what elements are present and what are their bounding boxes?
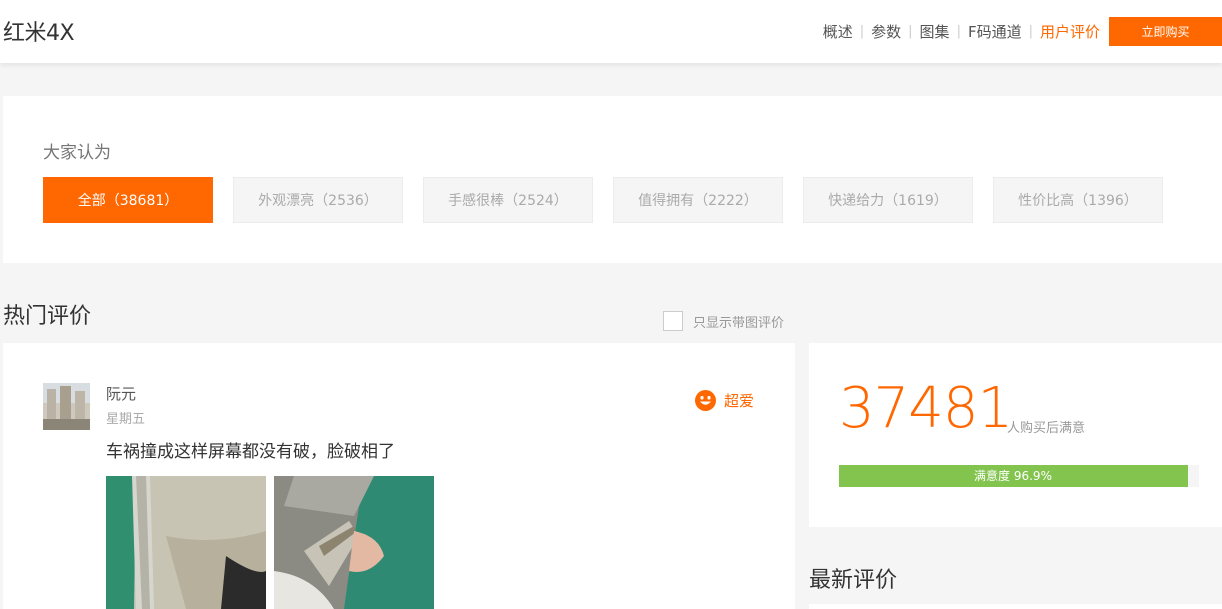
review-date: 星期五	[106, 412, 146, 427]
avatar[interactable]	[43, 383, 90, 430]
tag-good-looking[interactable]: 外观漂亮（2536）	[233, 177, 403, 223]
nav-separator: |	[859, 24, 865, 39]
nav-specs[interactable]: 参数	[871, 21, 901, 42]
satisfaction-panel: 37481 人购买后满意 满意度 96.9%	[809, 343, 1222, 527]
nav-separator: |	[1028, 24, 1033, 39]
tag-heading: 大家认为	[43, 143, 111, 163]
tag-value[interactable]: 性价比高（1396）	[993, 177, 1163, 223]
review-photo[interactable]	[106, 476, 266, 609]
product-nav: 概述 | 参数 | 图集 | F码通道 | 用户评价	[823, 21, 1100, 42]
latest-reviews-title: 最新评价	[809, 568, 898, 593]
buy-now-button[interactable]: 立即购买	[1109, 17, 1222, 46]
review-photo-image	[274, 476, 434, 609]
nav-separator: |	[956, 24, 961, 39]
latest-reviews-panel	[809, 604, 1222, 609]
satisfied-count: 37481	[839, 376, 1013, 441]
hot-reviews-title: 热门评价	[3, 304, 92, 329]
rating-label: 超爱	[724, 392, 755, 410]
review-photo-image	[106, 476, 266, 609]
review-photo[interactable]	[274, 476, 434, 609]
nav-reviews[interactable]: 用户评价	[1040, 21, 1100, 42]
smile-icon	[695, 390, 716, 411]
satisfaction-bar: 满意度 96.9%	[839, 465, 1199, 487]
rating-badge: 超爱	[695, 390, 754, 411]
nav-fcode[interactable]: F码通道	[968, 21, 1022, 42]
avatar-image	[43, 383, 90, 430]
review-card: 阮元 星期五 超爱 车祸撞成这样屏幕都没有破，脸破相了	[3, 343, 795, 609]
nav-gallery[interactable]: 图集	[920, 21, 950, 42]
reviewer-name[interactable]: 阮元	[106, 383, 136, 404]
tag-good-feel[interactable]: 手感很棒（2524）	[423, 177, 593, 223]
review-text: 车祸撞成这样屏幕都没有破，脸破相了	[106, 442, 395, 462]
nav-separator: |	[908, 24, 913, 39]
only-pictures-filter[interactable]: 只显示带图评价	[663, 311, 784, 331]
tag-fast-delivery[interactable]: 快递给力（1619）	[803, 177, 973, 223]
only-pictures-label: 只显示带图评价	[693, 315, 785, 331]
satisfied-label: 人购买后满意	[1007, 421, 1086, 436]
satisfaction-bar-text: 满意度 96.9%	[974, 469, 1052, 483]
tag-filter-panel: 大家认为 全部（38681） 外观漂亮（2536） 手感很棒（2524） 值得拥…	[3, 96, 1222, 263]
tag-all[interactable]: 全部（38681）	[43, 177, 213, 223]
only-pictures-checkbox[interactable]	[663, 311, 683, 331]
tag-worth-it[interactable]: 值得拥有（2222）	[613, 177, 783, 223]
product-name: 红米4X	[3, 21, 75, 46]
nav-overview[interactable]: 概述	[823, 21, 853, 42]
top-bar: 红米4X 概述 | 参数 | 图集 | F码通道 | 用户评价 立即购买	[0, 0, 1222, 63]
